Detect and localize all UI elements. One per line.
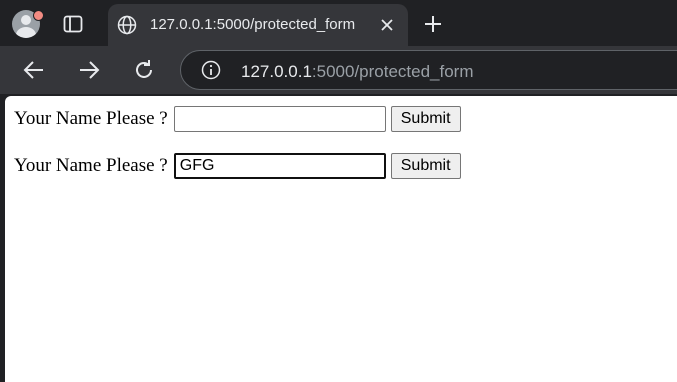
name-label: Your Name Please ? [14, 108, 168, 129]
name-form-2: Your Name Please ? Submit [14, 152, 461, 180]
address-path: :5000/protected_form [311, 62, 474, 81]
name-form-1: Your Name Please ? Submit [14, 105, 461, 133]
tab-active[interactable]: 127.0.0.1:5000/protected_form [108, 4, 408, 46]
back-arrow-icon[interactable] [22, 58, 46, 82]
address-url[interactable]: 127.0.0.1:5000/protected_form [241, 62, 474, 82]
close-icon[interactable] [378, 16, 396, 34]
notification-dot [33, 10, 44, 21]
page-content: Your Name Please ? Submit Your Name Plea… [5, 96, 677, 382]
address-host: 127.0.0.1 [241, 62, 312, 81]
plus-icon[interactable] [423, 14, 443, 34]
submit-button[interactable]: Submit [390, 153, 461, 179]
forward-arrow-icon[interactable] [77, 58, 101, 82]
tab-title: 127.0.0.1:5000/protected_form [150, 16, 356, 33]
name-input[interactable] [173, 153, 386, 179]
globe-icon [117, 15, 137, 35]
submit-button[interactable]: Submit [390, 106, 461, 132]
tab-search-icon[interactable] [62, 13, 84, 35]
tab-strip: 127.0.0.1:5000/protected_form [0, 0, 677, 46]
reload-icon[interactable] [132, 58, 156, 82]
name-input[interactable] [173, 106, 386, 132]
toolbar: 127.0.0.1:5000/protected_form [0, 46, 677, 94]
info-icon[interactable] [201, 60, 221, 80]
name-label: Your Name Please ? [14, 155, 168, 176]
address-bar[interactable]: 127.0.0.1:5000/protected_form [180, 50, 677, 90]
